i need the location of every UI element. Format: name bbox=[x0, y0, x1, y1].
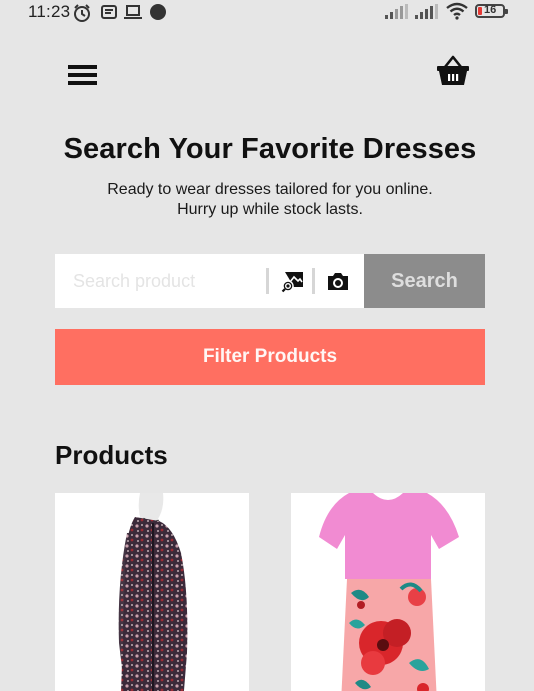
wifi-icon bbox=[446, 2, 468, 20]
search-box bbox=[55, 254, 364, 308]
status-time: 11:23 bbox=[28, 2, 71, 21]
camera-icon[interactable] bbox=[326, 270, 350, 292]
hamburger-menu-icon bbox=[68, 65, 97, 85]
page-subtitle: Ready to wear dresses tailored for you o… bbox=[0, 180, 534, 220]
search-button[interactable]: Search bbox=[364, 254, 485, 308]
signal-icon bbox=[415, 4, 438, 19]
divider bbox=[266, 268, 269, 294]
subtitle-line-1: Ready to wear dresses tailored for you o… bbox=[107, 181, 433, 198]
products-section-title: Products bbox=[55, 440, 168, 470]
app-screen: 11:23 16 Search Your Favorite Dresses Re… bbox=[0, 0, 534, 691]
divider bbox=[312, 268, 315, 294]
pink-floral-dress-image bbox=[319, 493, 459, 691]
cart-button[interactable] bbox=[436, 54, 470, 88]
laptop-icon bbox=[124, 5, 142, 19]
dot-icon bbox=[150, 4, 166, 20]
battery-level-text: 16 bbox=[484, 4, 497, 16]
product-card[interactable] bbox=[55, 493, 249, 691]
product-card[interactable] bbox=[291, 493, 485, 691]
status-bar: 11:23 16 bbox=[0, 0, 534, 26]
page-title: Search Your Favorite Dresses bbox=[63, 133, 477, 165]
shopping-basket-icon bbox=[437, 55, 469, 85]
menu-button[interactable] bbox=[68, 64, 98, 86]
signal-icon bbox=[385, 4, 408, 19]
notification-icon bbox=[101, 5, 117, 19]
battery-icon: 16 bbox=[475, 4, 508, 18]
floral-print-cardigan-image bbox=[118, 493, 188, 691]
image-search-icon[interactable] bbox=[281, 269, 305, 293]
battery-level-fill bbox=[478, 7, 482, 15]
subtitle-line-2: Hurry up while stock lasts. bbox=[177, 201, 363, 218]
filter-products-button[interactable]: Filter Products bbox=[55, 329, 485, 385]
search-input[interactable] bbox=[55, 254, 261, 308]
alarm-icon bbox=[74, 4, 90, 22]
